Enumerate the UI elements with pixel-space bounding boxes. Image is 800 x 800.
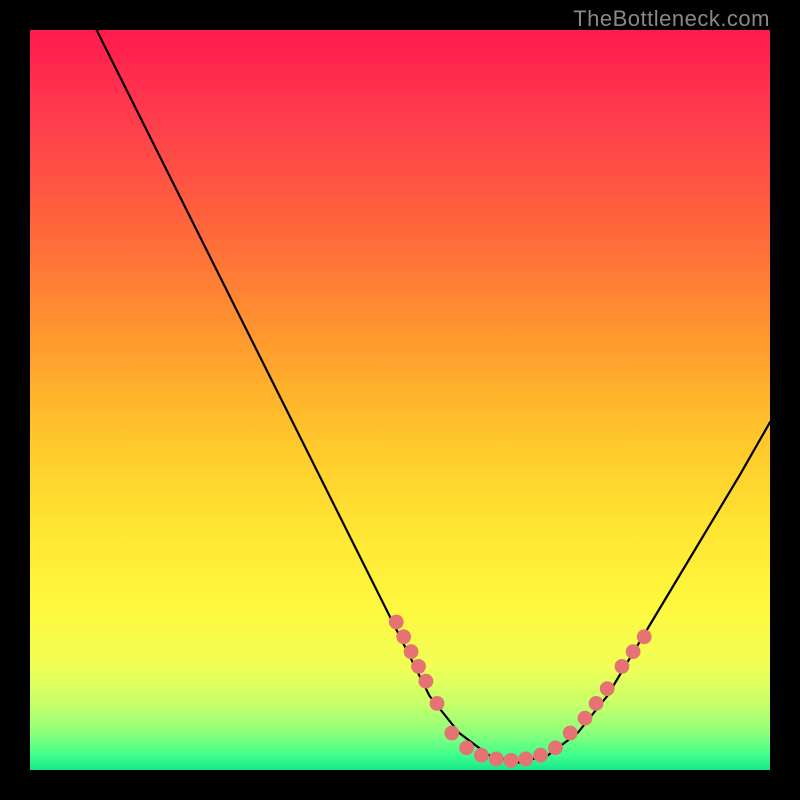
highlight-marker	[430, 696, 445, 711]
highlight-marker	[589, 696, 604, 711]
highlight-marker	[637, 629, 652, 644]
bottleneck-curve	[97, 30, 770, 763]
highlight-marker	[533, 748, 548, 763]
highlight-marker	[396, 629, 411, 644]
highlight-marker	[518, 752, 533, 767]
chart-svg	[30, 30, 770, 770]
highlight-marker	[419, 674, 434, 689]
highlight-marker	[389, 615, 404, 630]
watermark-text: TheBottleneck.com	[573, 6, 770, 32]
highlight-marker	[548, 740, 563, 755]
highlight-marker	[626, 644, 641, 659]
highlight-marker	[615, 659, 630, 674]
highlight-marker	[444, 726, 459, 741]
highlight-marker	[578, 711, 593, 726]
chart-stage: TheBottleneck.com	[0, 0, 800, 800]
highlight-marker	[600, 681, 615, 696]
plot-area	[30, 30, 770, 770]
highlight-marker	[474, 748, 489, 763]
highlight-marker	[411, 659, 426, 674]
highlight-marker	[404, 644, 419, 659]
highlight-marker	[504, 753, 519, 768]
highlight-marker	[563, 726, 578, 741]
highlight-marker	[459, 740, 474, 755]
highlight-marker	[489, 752, 504, 767]
